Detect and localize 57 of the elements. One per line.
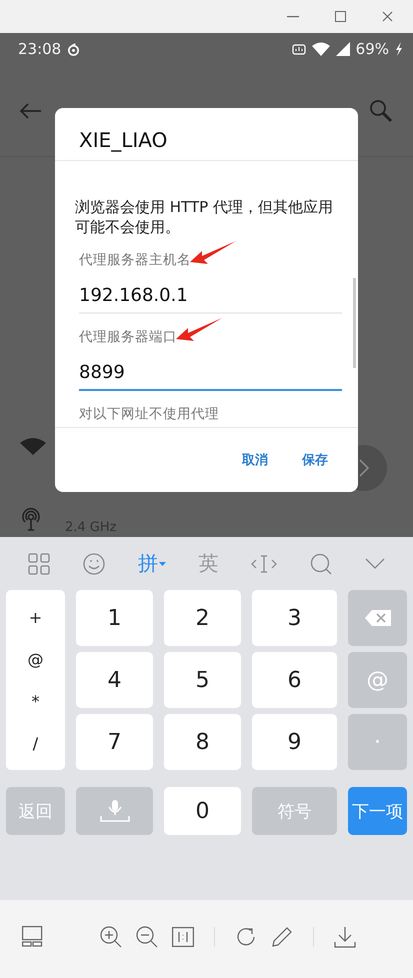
backspace-icon	[364, 610, 390, 626]
chevron-down-icon[interactable]	[364, 558, 385, 569]
chevron-right-icon	[358, 458, 370, 478]
arrow	[189, 240, 237, 266]
status-time: 23:08	[18, 40, 62, 58]
symbol-key[interactable]: @	[28, 650, 44, 668]
download-icon[interactable]	[334, 926, 356, 948]
dialog-button[interactable]: 取消	[242, 451, 268, 469]
digit-key[interactable]: 9	[252, 714, 337, 770]
rotate-icon[interactable]	[235, 926, 257, 948]
battery-percent: 69%	[356, 40, 389, 58]
layout-icon[interactable]	[22, 926, 44, 948]
wifi-icon	[312, 42, 330, 56]
emoji-icon[interactable]	[83, 552, 106, 574]
digit-key[interactable]: 5	[164, 652, 241, 708]
antenna-icon	[19, 507, 43, 531]
field-label: 代理服务器主机名	[79, 251, 191, 269]
pencil-icon[interactable]	[271, 926, 293, 948]
minimize-icon[interactable]	[287, 16, 299, 18]
dialog-title: XIE_LIAO	[55, 108, 358, 161]
zoom-in-icon[interactable]	[100, 926, 122, 948]
symbol-key[interactable]: /	[32, 734, 38, 752]
actual-size-icon[interactable]	[172, 927, 194, 947]
dialog-button[interactable]: 保存	[302, 451, 328, 469]
digit-key[interactable]: 7	[76, 714, 153, 770]
digit-key[interactable]: 3	[252, 590, 337, 646]
input-field[interactable]: 192.168.0.1	[79, 283, 342, 314]
scrollbar[interactable]	[353, 278, 356, 368]
symbol-key[interactable]: *	[32, 692, 40, 710]
robot-icon	[292, 43, 306, 55]
arrow	[175, 317, 223, 343]
charging-icon	[395, 42, 403, 56]
symbol-key-column[interactable]: + @ * /	[6, 590, 65, 770]
field-label: 对以下网址不使用代理	[78, 405, 220, 423]
field-label: 代理服务器端口	[79, 328, 177, 346]
microphone-icon	[100, 800, 130, 822]
caret-icon	[158, 562, 166, 566]
back-arrow-icon[interactable]	[20, 102, 42, 118]
app-notification-icon	[67, 42, 80, 56]
zoom-out-icon[interactable]	[136, 926, 158, 948]
search-icon[interactable]	[310, 552, 332, 574]
search-icon[interactable]	[369, 98, 393, 122]
grid-icon[interactable]	[28, 552, 50, 574]
digit-key[interactable]: 1	[76, 590, 153, 646]
digit-key[interactable]: 2	[164, 590, 241, 646]
text-cursor-icon[interactable]	[251, 554, 278, 574]
digit-key[interactable]: 4	[76, 652, 153, 708]
wifi-icon	[20, 437, 46, 455]
symbol-key[interactable]: +	[28, 608, 42, 626]
digit-key[interactable]: 6	[252, 652, 337, 708]
input-field[interactable]: 8899	[79, 360, 342, 391]
close-icon[interactable]	[382, 11, 393, 22]
dialog-message: 浏览器会使用 HTTP 代理，但其他应用可能不会使用。	[75, 197, 334, 237]
keyboard-key[interactable]: 0	[164, 787, 241, 835]
maximize-icon[interactable]	[335, 11, 346, 22]
digit-key[interactable]: 8	[164, 714, 241, 770]
signal-icon	[336, 42, 350, 56]
